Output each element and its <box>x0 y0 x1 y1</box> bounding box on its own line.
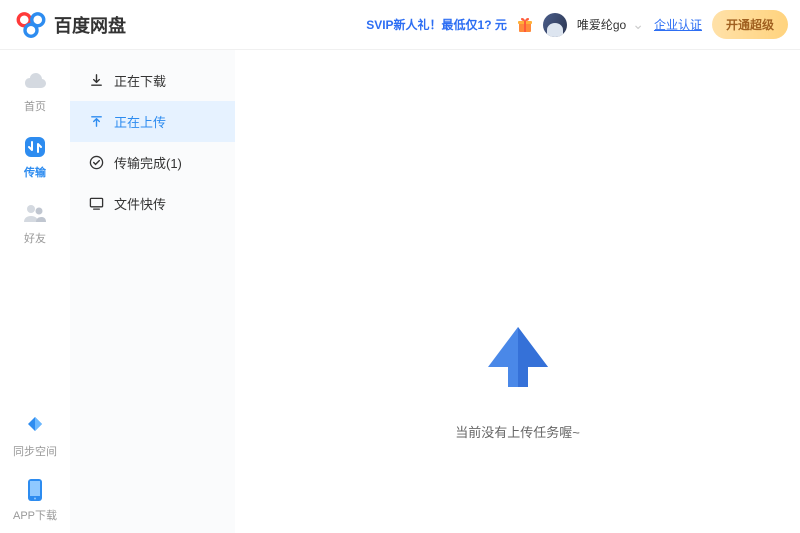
monitor-icon <box>88 196 104 212</box>
sidebar-item-completed[interactable]: 传输完成(1) <box>70 142 235 183</box>
transfer-icon <box>22 134 48 160</box>
nav-app-download[interactable]: APP下载 <box>0 477 70 523</box>
empty-upload-icon <box>478 322 558 402</box>
main-area: 首页 传输 好友 同步空间 APP <box>0 50 800 533</box>
nav-home-label: 首页 <box>24 98 46 114</box>
sync-icon <box>22 413 48 439</box>
left-nav: 首页 传输 好友 同步空间 APP <box>0 50 70 533</box>
svip-promo-link[interactable]: SVIP新人礼！最低仅1? 元 <box>366 16 507 33</box>
vip-upgrade-button[interactable]: 开通超级 <box>712 10 788 39</box>
friends-icon <box>22 200 48 226</box>
user-menu-chevron-icon[interactable]: ⌄ <box>632 16 644 33</box>
nav-home[interactable]: 首页 <box>0 68 70 114</box>
app-title: 百度网盘 <box>54 12 126 38</box>
cloud-icon <box>22 68 48 94</box>
download-icon <box>88 73 104 89</box>
sidebar-completed-label: 传输完成(1) <box>114 153 182 172</box>
nav-sync[interactable]: 同步空间 <box>0 413 70 459</box>
enterprise-auth-link[interactable]: 企业认证 <box>654 16 702 33</box>
phone-icon <box>22 477 48 503</box>
nav-sync-label: 同步空间 <box>13 443 57 459</box>
upload-icon <box>88 114 104 130</box>
logo[interactable]: 百度网盘 <box>16 11 126 39</box>
empty-state-text: 当前没有上传任务喔~ <box>455 422 580 441</box>
header: 百度网盘 SVIP新人礼！最低仅1? 元 唯爱纶go ⌄ 企业认证 开通超级 <box>0 0 800 50</box>
check-circle-icon <box>88 155 104 171</box>
sidebar-item-uploading[interactable]: 正在上传 <box>70 101 235 142</box>
gift-icon <box>517 17 533 33</box>
nav-friends-label: 好友 <box>24 230 46 246</box>
baidu-netdisk-logo-icon <box>16 11 46 39</box>
header-right: SVIP新人礼！最低仅1? 元 唯爱纶go ⌄ 企业认证 开通超级 <box>366 10 788 39</box>
sidebar-item-quick-transfer[interactable]: 文件快传 <box>70 183 235 224</box>
transfer-sidebar: 正在下载 正在上传 传输完成(1) 文件快传 <box>70 50 235 533</box>
sidebar-uploading-label: 正在上传 <box>114 112 166 131</box>
username[interactable]: 唯爱纶go <box>577 16 626 33</box>
nav-transfer-label: 传输 <box>24 164 46 180</box>
nav-app-label: APP下载 <box>13 507 57 523</box>
sidebar-downloading-label: 正在下载 <box>114 71 166 90</box>
sidebar-item-downloading[interactable]: 正在下载 <box>70 60 235 101</box>
user-avatar[interactable] <box>543 13 567 37</box>
content-area: 当前没有上传任务喔~ <box>235 50 800 533</box>
nav-transfer[interactable]: 传输 <box>0 134 70 180</box>
nav-friends[interactable]: 好友 <box>0 200 70 246</box>
sidebar-quick-transfer-label: 文件快传 <box>114 194 166 213</box>
